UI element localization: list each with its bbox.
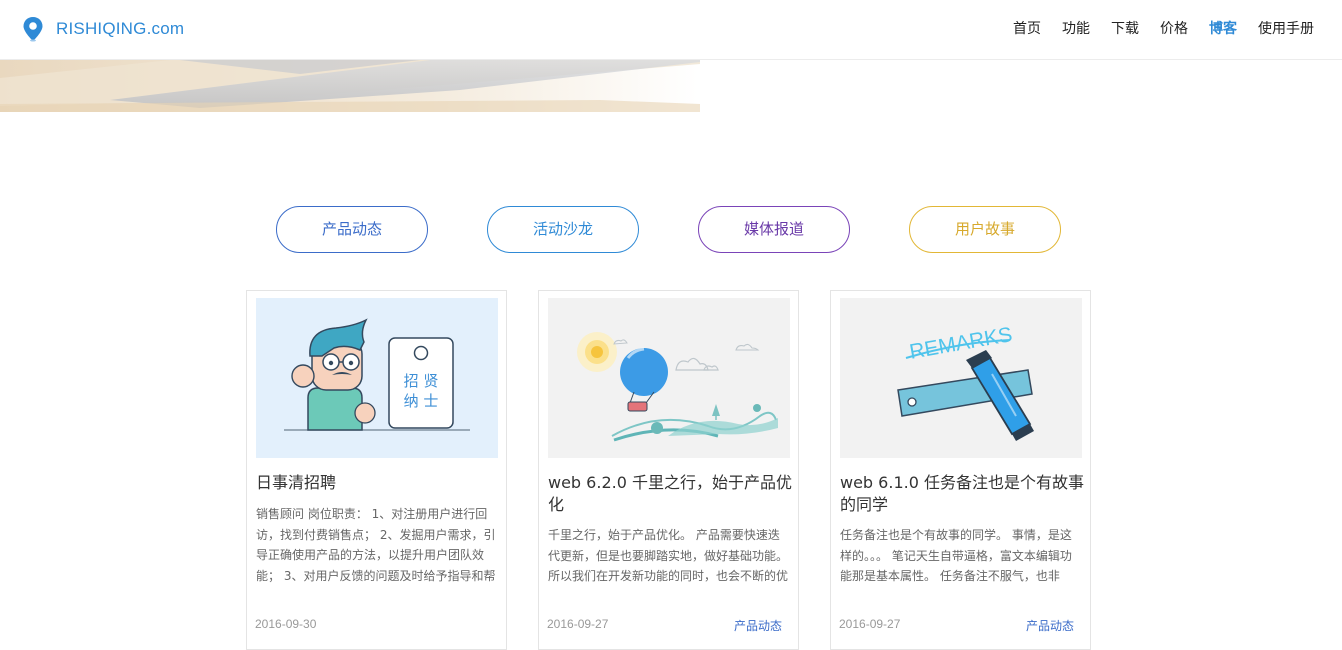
blog-card-web-620[interactable]: web 6.2.0 千里之行，始于产品优化 千里之行，始于产品优化。 产品需要快… (538, 290, 799, 650)
map-pin-icon (23, 17, 43, 42)
card-image-caption-line1: 招 贤 (404, 372, 439, 390)
nav-manual[interactable]: 使用手册 (1258, 18, 1314, 38)
card-date: 2016-09-27 (839, 617, 901, 631)
card-date: 2016-09-30 (255, 617, 317, 631)
category-events[interactable]: 活动沙龙 (487, 206, 639, 253)
card-image-caption-line2: 纳 士 (404, 392, 439, 410)
card-thumbnail-recruiting: 招 贤 纳 士 (256, 298, 498, 458)
category-product-news[interactable]: 产品动态 (276, 206, 428, 253)
nav-home[interactable]: 首页 (1013, 18, 1041, 38)
nav-features[interactable]: 功能 (1062, 18, 1090, 38)
card-thumbnail-remarks: REMARKS (840, 298, 1082, 458)
card-excerpt: 任务备注也是个有故事的同学。 事情，是这样的。。。 笔记天生自带逼格，富文本编辑… (840, 528, 1072, 583)
category-user-stories[interactable]: 用户故事 (909, 206, 1061, 253)
card-date: 2016-09-27 (547, 617, 609, 631)
card-title[interactable]: 日事清招聘 (256, 472, 502, 494)
logo-text: RISHIQING.com (56, 19, 185, 38)
category-media[interactable]: 媒体报道 (698, 206, 850, 253)
site-header: RISHIQING.com 首页 功能 下载 价格 博客 使用手册 (0, 0, 1342, 60)
blog-card-recruiting[interactable]: 招 贤 纳 士 日事清招聘 销售顾问 岗位职责： 1、对注册用户进行回访，找到付… (246, 290, 507, 650)
blog-card-web-610[interactable]: REMARKS web 6.1.0 任务备注也是个有故事的同学 任务备注也是个有… (830, 290, 1091, 650)
card-title[interactable]: web 6.2.0 千里之行，始于产品优化 (548, 472, 794, 516)
hero-banner-image (0, 60, 1342, 112)
nav-download[interactable]: 下载 (1111, 18, 1139, 38)
card-excerpt: 销售顾问 岗位职责： 1、对注册用户进行回访，找到付费销售点； 2、发掘用户需求… (256, 507, 496, 583)
card-excerpt: 千里之行，始于产品优化。 产品需要快速迭代更新，但是也要脚踏实地，做好基础功能。… (548, 528, 789, 583)
main-nav: 首页 功能 下载 价格 博客 使用手册 (992, 18, 1314, 38)
nav-blog[interactable]: 博客 (1209, 18, 1237, 38)
site-logo[interactable]: RISHIQING.com (22, 16, 184, 42)
card-category-link[interactable]: 产品动态 (1026, 617, 1074, 634)
card-category-link[interactable]: 产品动态 (734, 617, 782, 634)
card-thumbnail-balloon (548, 298, 790, 458)
nav-pricing[interactable]: 价格 (1160, 18, 1188, 38)
card-title[interactable]: web 6.1.0 任务备注也是个有故事的同学 (840, 472, 1086, 516)
